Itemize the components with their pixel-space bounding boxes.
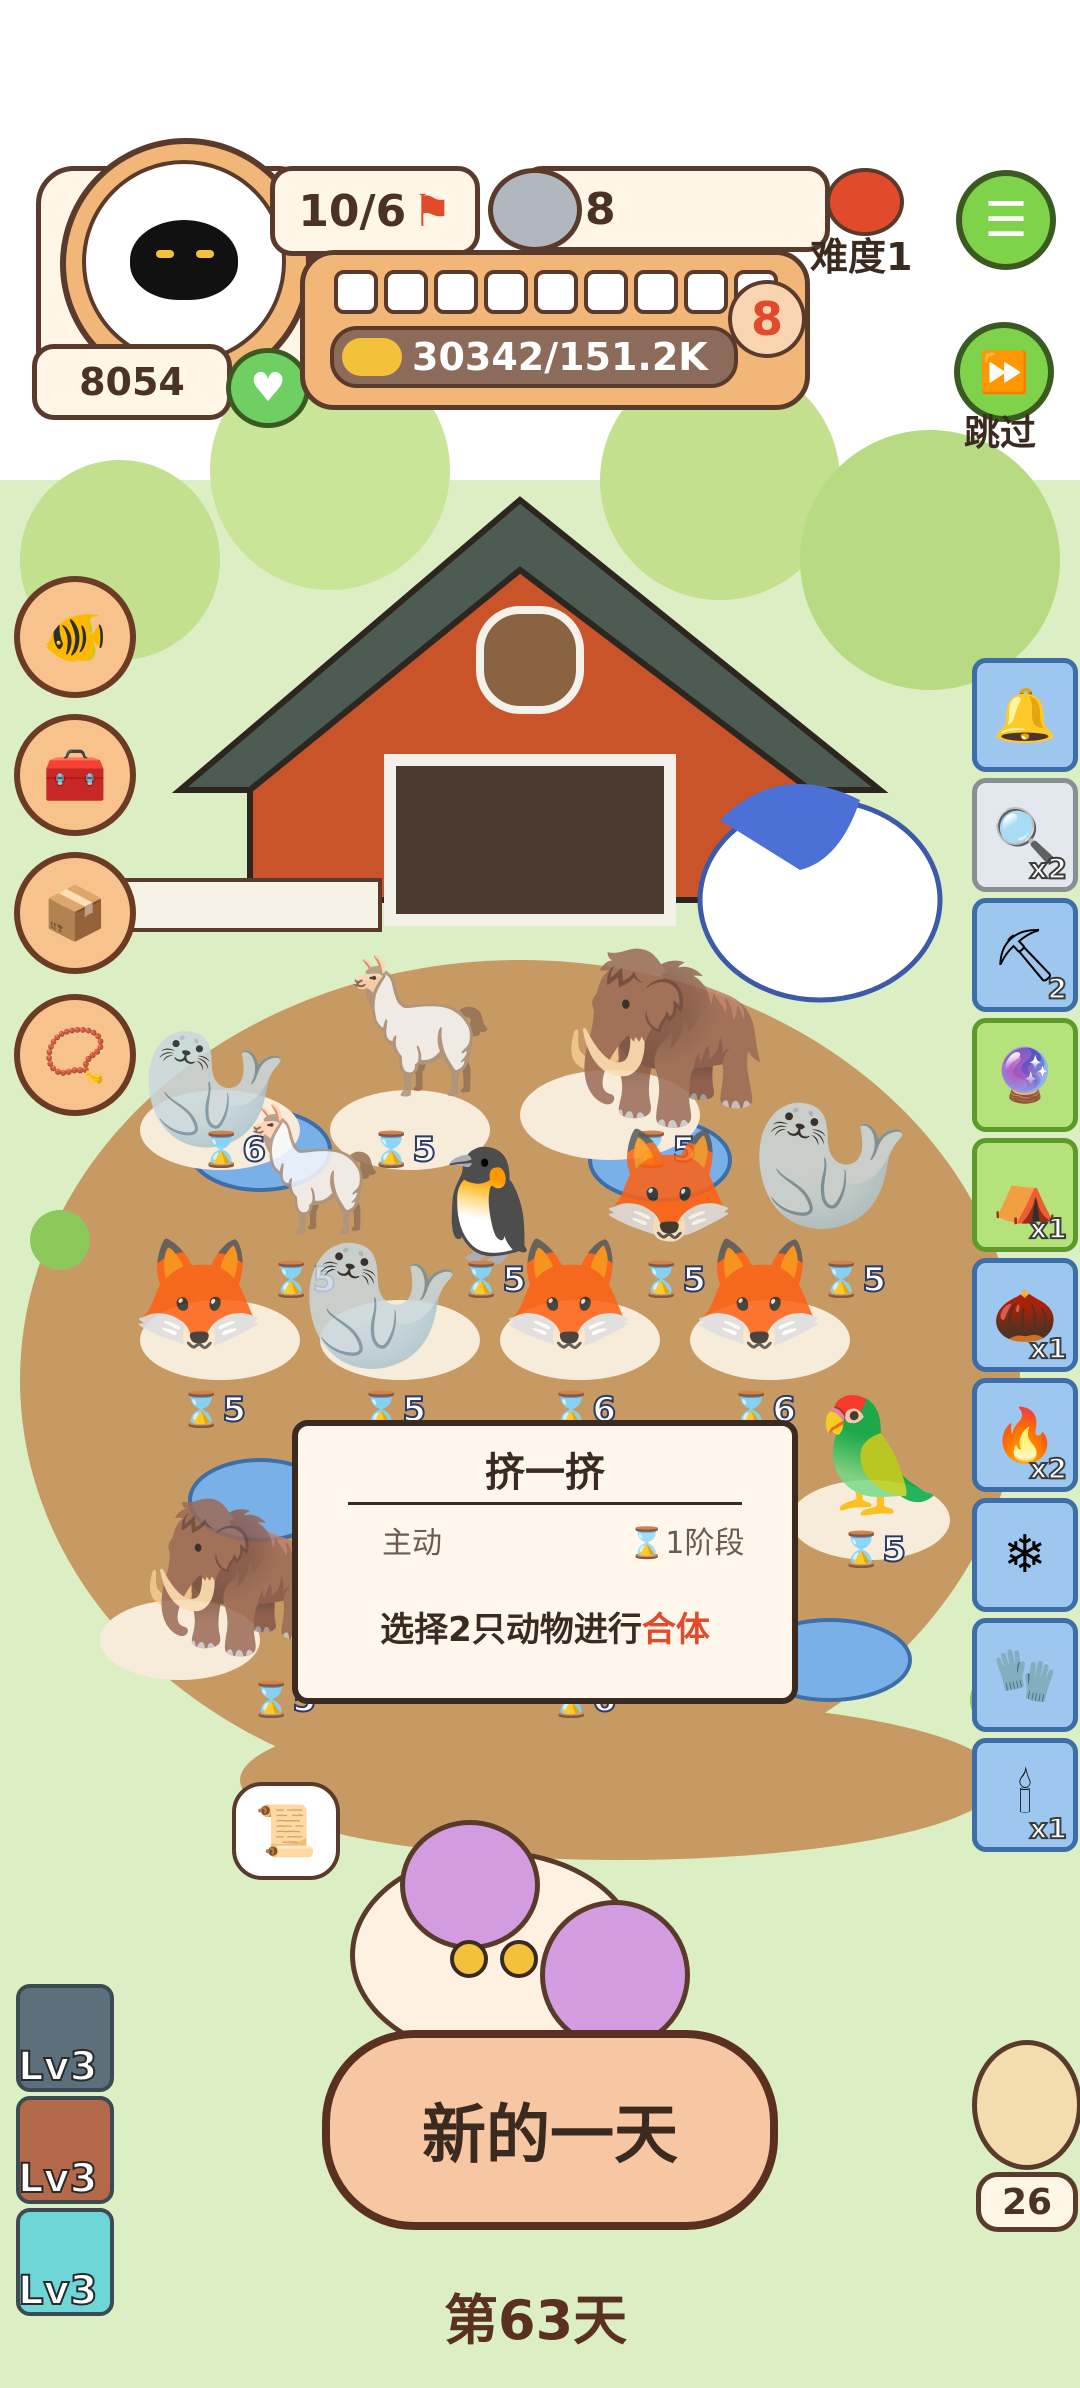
seed-bag-badge: x1	[1028, 1331, 1068, 1366]
magnifier-item[interactable]: 🔍 x2	[972, 778, 1078, 892]
bell-icon: 🔔	[992, 685, 1058, 746]
timer-parrot: ⌛5	[839, 1529, 907, 1571]
box-icon: 📦	[42, 883, 108, 944]
popup-description: 选择2只动物进行合体	[298, 1602, 792, 1651]
tent-badge: x1	[1028, 1211, 1068, 1246]
alpaca-animal[interactable]: 🦙	[340, 960, 502, 1090]
collar-icon: 📿	[42, 1025, 108, 1086]
shovel-item[interactable]: ⛏ 2	[972, 898, 1078, 1012]
level-badge: 8	[728, 280, 806, 358]
magnifier-badge: x2	[1028, 851, 1068, 886]
heart-count-pill: 8054	[32, 344, 232, 420]
menu-button[interactable]: ☰	[956, 170, 1056, 270]
fox-animal[interactable]: 🦊	[600, 1130, 737, 1240]
progress-segment	[684, 270, 728, 314]
level-number: 8	[750, 292, 783, 346]
mascot-character[interactable]	[340, 1790, 690, 2060]
fireplace-badge: x2	[1028, 1451, 1068, 1486]
progress-segment	[584, 270, 628, 314]
difficulty-label: 难度1	[810, 235, 913, 279]
progress-segment	[634, 270, 678, 314]
collar-button[interactable]: 📿	[14, 994, 136, 1116]
food-bowl-icon	[488, 168, 582, 252]
shovel-badge: 2	[1046, 971, 1068, 1006]
avatar[interactable]	[82, 160, 286, 364]
gold-coin-icon	[342, 338, 402, 376]
snowflake-item[interactable]: ❄	[972, 1498, 1078, 1612]
progress-segments	[334, 270, 778, 314]
alpaca-2-animal[interactable]: 🦙	[240, 1110, 389, 1230]
medkit-icon: 🧰	[42, 745, 108, 806]
medkit-button[interactable]: 🧰	[14, 714, 136, 836]
heart-count: 8054	[79, 360, 185, 404]
popup-title: 挤一挤	[485, 1450, 605, 1496]
skip-label: 跳过	[964, 413, 1037, 454]
popup-divider	[348, 1502, 742, 1505]
fox-4-animal[interactable]: 🦊	[690, 1240, 827, 1350]
fast-forward-icon: ⏩	[979, 349, 1029, 396]
mammoth-animal[interactable]: 🦣	[560, 950, 772, 1120]
box-button[interactable]: 📦	[14, 852, 136, 974]
progress-segment	[534, 270, 578, 314]
new-day-button[interactable]: 新的一天	[322, 2030, 778, 2230]
level-slot-label: Lv3	[17, 2155, 98, 2203]
food-count: 8	[585, 183, 616, 235]
popup-stage: ⌛1阶段	[628, 1518, 744, 1562]
tent-item[interactable]: ⛺ x1	[972, 1138, 1078, 1252]
level-slot-label: Lv3	[17, 2043, 98, 2091]
seed-bag-item[interactable]: 🌰 x1	[972, 1258, 1078, 1372]
population-count: 10/6	[298, 185, 407, 237]
popup-stage-label: 1阶段	[665, 1526, 745, 1561]
timer-walrus: ⌛5	[819, 1259, 887, 1301]
walrus-animal[interactable]: 🦭	[750, 1100, 912, 1230]
candle-cake-badge: x1	[1028, 1811, 1068, 1846]
fox-2-animal[interactable]: 🦊	[130, 1240, 267, 1350]
candle-cake-item[interactable]: 🕯 x1	[972, 1738, 1078, 1852]
bell-item[interactable]: 🔔	[972, 658, 1078, 772]
day-label: 第63天	[444, 2289, 628, 2352]
popup-type-label: 主动	[382, 1526, 442, 1561]
walrus-2-animal[interactable]: 🦭	[300, 1240, 462, 1370]
owl-icon[interactable]	[972, 2040, 1080, 2170]
timer-fox-2: ⌛5	[179, 1389, 247, 1431]
menu-icon: ☰	[984, 192, 1028, 248]
new-day-label: 新的一天	[422, 2099, 678, 2173]
level-slot-label: Lv3	[17, 2267, 98, 2315]
progress-segment	[484, 270, 528, 314]
fireplace-item[interactable]: 🔥 x2	[972, 1378, 1078, 1492]
mittens-item[interactable]: 🧤	[972, 1618, 1078, 1732]
progress-segment	[334, 270, 378, 314]
certificate-icon[interactable]: 📜	[232, 1782, 340, 1880]
parrot-animal[interactable]: 🦜	[810, 1400, 947, 1510]
hourglass-icon: ⌛	[628, 1526, 666, 1561]
popup-description-highlight: 合体	[641, 1610, 710, 1650]
goldfish-button[interactable]: 🐠	[14, 576, 136, 698]
goldfish-icon: 🐠	[42, 607, 108, 668]
mittens-icon: 🧤	[992, 1645, 1058, 1706]
flag-icon: ⚑	[412, 185, 452, 237]
popup-description-text: 选择2只动物进行	[380, 1610, 642, 1650]
snowflake-icon: ❄	[1003, 1525, 1047, 1585]
progress-segment	[384, 270, 428, 314]
snow-globe-item[interactable]: 🔮	[972, 1018, 1078, 1132]
owl-count-pill: 26	[976, 2172, 1078, 2232]
gold-progress: 30342/151.2K	[412, 335, 708, 379]
fox-3-animal[interactable]: 🦊	[500, 1240, 637, 1350]
population-pill: 10/6 ⚑	[270, 166, 480, 256]
snow-globe-icon: 🔮	[992, 1045, 1058, 1106]
skill-popup: 挤一挤 主动 ⌛1阶段 选择2只动物进行合体	[292, 1420, 798, 1704]
progress-segment	[434, 270, 478, 314]
heart-icon[interactable]: ♥	[226, 348, 310, 428]
owl-count: 26	[1001, 2181, 1053, 2223]
gold-bar: 30342/151.2K	[330, 326, 738, 388]
